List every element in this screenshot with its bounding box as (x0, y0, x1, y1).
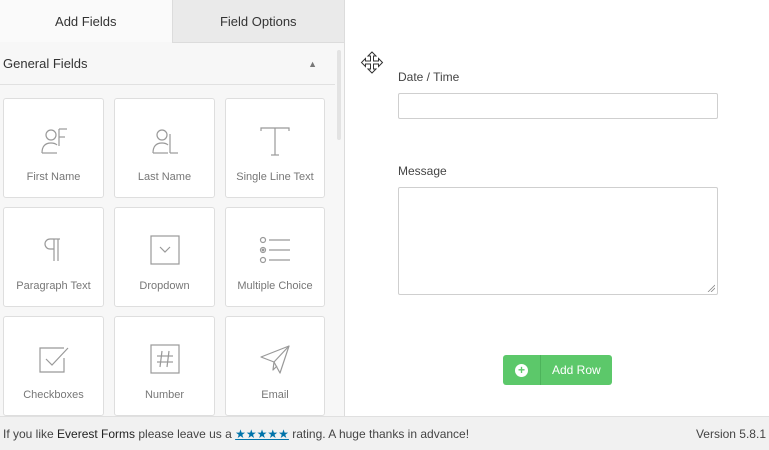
version-text: Version 5.8.1 (695, 426, 766, 441)
form-canvas: Date / Time Message + Add Row (346, 0, 769, 416)
admin-footer: If you like Everest Forms please leave u… (0, 416, 769, 450)
field-label: First Name (26, 171, 81, 183)
paragraph-icon (34, 230, 74, 270)
panel-scrollbar[interactable] (337, 50, 341, 140)
first-name-icon (34, 121, 74, 161)
general-fields-header[interactable]: General Fields ▲ (0, 43, 335, 85)
field-label: Last Name (137, 171, 192, 183)
field-single-line-text[interactable]: Single Line Text (225, 98, 325, 198)
add-row-icon-wrap: + (503, 355, 541, 385)
field-label: Paragraph Text (16, 280, 91, 292)
add-row-button[interactable]: + Add Row (503, 355, 612, 385)
collapse-caret-icon[interactable]: ▲ (308, 59, 317, 69)
tab-add-fields[interactable]: Add Fields (0, 0, 172, 43)
field-email[interactable]: Email (225, 316, 325, 416)
field-label: Multiple Choice (237, 280, 313, 292)
field-last-name[interactable]: Last Name (114, 98, 215, 198)
move-icon[interactable] (360, 51, 384, 75)
resize-grip-icon[interactable] (707, 284, 715, 292)
field-paragraph-text[interactable]: Paragraph Text (3, 207, 104, 307)
date-time-input[interactable] (398, 93, 718, 119)
add-row-label: Add Row (552, 363, 601, 377)
field-grid: First Name Last Name Single Line Text Pa… (3, 98, 325, 416)
email-icon (255, 339, 295, 379)
fields-panel: Add Fields Field Options General Fields … (0, 0, 345, 416)
panel-tabs: Add Fields Field Options (0, 0, 344, 43)
single-line-text-icon (255, 121, 295, 161)
field-label: Checkboxes (23, 389, 84, 401)
field-first-name[interactable]: First Name (3, 98, 104, 198)
message-textarea[interactable] (398, 187, 718, 295)
field-number[interactable]: Number (114, 316, 215, 416)
message-label: Message (398, 164, 447, 178)
footer-middle: please leave us a (135, 426, 236, 441)
last-name-icon (145, 121, 185, 161)
number-icon (145, 339, 185, 379)
rating-stars-link[interactable]: ★★★★★ (235, 427, 289, 441)
field-label: Dropdown (139, 280, 190, 292)
multiple-choice-icon (255, 230, 295, 270)
field-dropdown[interactable]: Dropdown (114, 207, 215, 307)
field-label: Email (261, 389, 289, 401)
tab-field-options[interactable]: Field Options (171, 0, 344, 43)
checkbox-icon (34, 339, 74, 379)
footer-brand: Everest Forms (57, 426, 136, 441)
dropdown-icon (145, 230, 185, 270)
field-multiple-choice[interactable]: Multiple Choice (225, 207, 325, 307)
plus-circle-icon: + (515, 363, 528, 377)
footer-suffix: rating. A huge thanks in advance! (288, 426, 470, 441)
field-label: Single Line Text (236, 171, 314, 183)
section-title: General Fields (3, 56, 88, 71)
footer-prefix: If you like (3, 426, 58, 441)
field-label: Number (144, 389, 185, 401)
footer-message: If you like Everest Forms please leave u… (3, 427, 469, 441)
field-checkboxes[interactable]: Checkboxes (3, 316, 104, 416)
date-time-label: Date / Time (398, 70, 460, 84)
